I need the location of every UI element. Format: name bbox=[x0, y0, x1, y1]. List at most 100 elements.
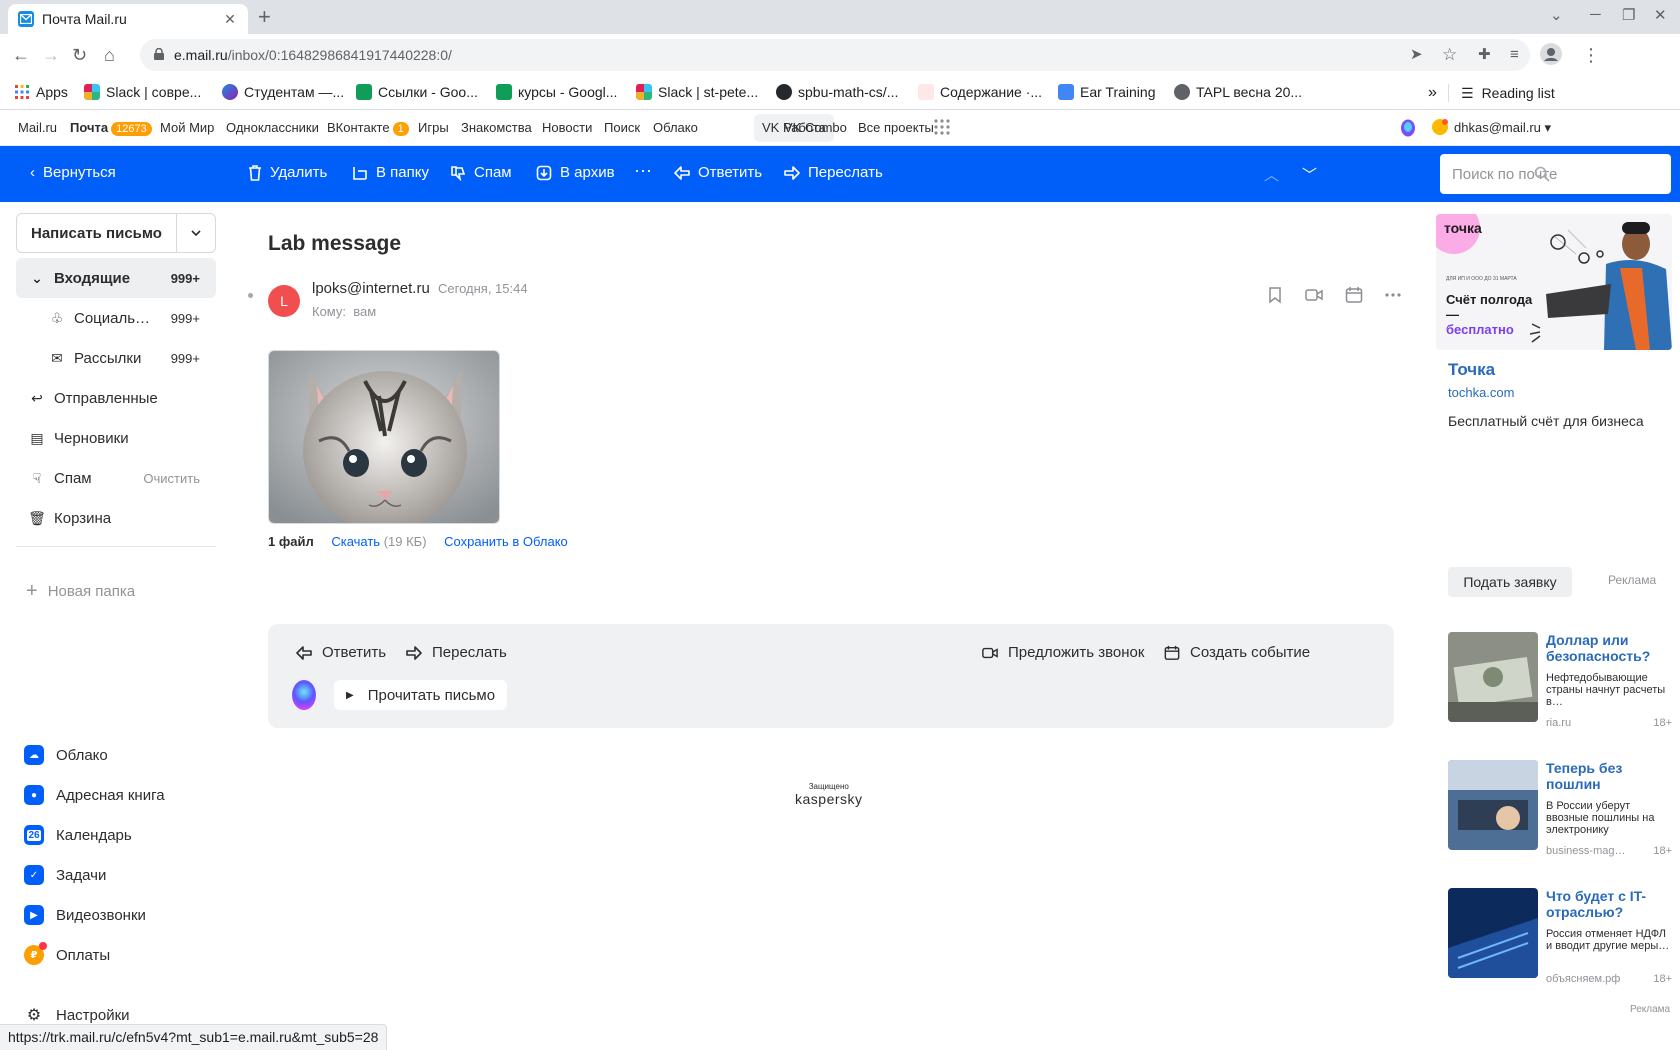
user-menu[interactable]: dhkas@mail.ru ▾ bbox=[1454, 120, 1551, 136]
delete-button[interactable]: Удалить bbox=[248, 164, 327, 181]
restore-icon[interactable]: ❐ bbox=[1622, 6, 1635, 24]
user-avatar-icon[interactable] bbox=[1432, 119, 1448, 135]
news-item[interactable]: Доллар или безопасность? Нефтедобывающие… bbox=[1448, 632, 1672, 729]
calendar-icon[interactable] bbox=[1345, 286, 1363, 304]
portal-mailru[interactable]: Mail.ru bbox=[18, 120, 57, 135]
portal-games[interactable]: Игры bbox=[418, 120, 449, 135]
suggest-call-action[interactable]: Предложить звонок bbox=[982, 644, 1144, 661]
bookmark-tapl[interactable]: TAPL весна 20... bbox=[1174, 84, 1302, 100]
next-letter-icon[interactable]: ﹀ bbox=[1302, 164, 1317, 185]
spam-button[interactable]: Спам bbox=[450, 164, 512, 181]
star-icon[interactable]: ☆ bbox=[1442, 45, 1457, 65]
folder-spam[interactable]: ☟ Спам Очистить bbox=[16, 458, 216, 498]
ad-banner-image[interactable]: точка ДЛЯ ИП И ООО ДО 31 МАРТА Счёт полг… bbox=[1436, 214, 1672, 350]
mail-search-input[interactable] bbox=[1440, 154, 1671, 194]
portal-dating[interactable]: Знакомства bbox=[461, 120, 532, 135]
portal-all-projects[interactable]: Все проекты bbox=[858, 120, 934, 135]
service-cloud[interactable]: ☁ Облако bbox=[24, 745, 108, 765]
attachment-thumbnail[interactable] bbox=[268, 350, 500, 524]
more-actions-button[interactable]: ··· bbox=[634, 160, 652, 181]
address-bar[interactable]: e.mail.ru/inbox/0:16482986841917440228:0… bbox=[140, 39, 1530, 71]
portal-vk-combo[interactable]: VK Combo bbox=[784, 120, 847, 135]
download-link[interactable]: Скачать bbox=[331, 534, 380, 549]
sender-avatar[interactable]: L bbox=[268, 285, 300, 317]
media-icon[interactable]: ≡ bbox=[1510, 45, 1519, 65]
back-icon[interactable]: ← bbox=[12, 45, 30, 65]
bookmark-students[interactable]: Студентам —... bbox=[222, 84, 344, 100]
reply-action[interactable]: Ответить bbox=[296, 644, 386, 661]
portal-cloud[interactable]: Облако bbox=[653, 120, 698, 135]
compose-button[interactable]: Написать письмо bbox=[16, 213, 216, 253]
service-tasks[interactable]: ✓ Задачи bbox=[24, 865, 106, 885]
ad-apply-button[interactable]: Подать заявку bbox=[1448, 567, 1572, 597]
forward-icon[interactable]: → bbox=[42, 45, 60, 65]
bookmark-sheets-2[interactable]: курсы - Googl... bbox=[496, 84, 617, 100]
portal-moimir[interactable]: Мой Мир bbox=[160, 120, 214, 135]
bookmark-apps[interactable]: Apps bbox=[14, 84, 68, 100]
archive-button[interactable]: В архив bbox=[536, 164, 615, 181]
new-folder-button[interactable]: + Новая папка bbox=[26, 580, 135, 603]
service-video-calls[interactable]: ▶ Видеозвонки bbox=[24, 905, 146, 925]
portal-vk[interactable]: ВКонтакте 1 bbox=[327, 120, 409, 136]
compose-dropdown-icon[interactable] bbox=[177, 214, 215, 252]
service-address-book[interactable]: ● Адресная книга bbox=[24, 785, 165, 805]
back-button[interactable]: ‹ Вернуться bbox=[30, 164, 116, 181]
service-settings[interactable]: ⚙ Настройки bbox=[24, 1005, 130, 1025]
new-tab-icon[interactable]: + bbox=[258, 6, 271, 28]
folder-sent[interactable]: ↩ Отправленные bbox=[16, 378, 216, 418]
marusia-orb-icon[interactable] bbox=[292, 680, 316, 710]
service-calendar[interactable]: 26 Календарь bbox=[24, 825, 132, 845]
read-aloud-button[interactable]: ▶ Прочитать письмо bbox=[334, 680, 508, 710]
kaspersky-badge[interactable]: Защищено kaspersky bbox=[795, 782, 863, 807]
marusia-icon[interactable] bbox=[1400, 119, 1416, 137]
menu-icon[interactable]: ⋮ bbox=[1582, 45, 1600, 65]
portal-ok[interactable]: Одноклассники bbox=[226, 120, 319, 135]
send-icon[interactable]: ➤ bbox=[1410, 45, 1423, 65]
tab-close-icon[interactable]: ✕ bbox=[222, 11, 238, 28]
folder-inbox[interactable]: ⌄ Входящие 999+ bbox=[16, 258, 216, 298]
apps-grid-icon[interactable] bbox=[934, 119, 950, 135]
portal-search[interactable]: Поиск bbox=[604, 120, 640, 135]
service-payments[interactable]: ₽ Оплаты bbox=[24, 942, 110, 965]
chevron-down-icon[interactable]: ⌄ bbox=[28, 270, 46, 287]
news-item[interactable]: Что будет с IT-отраслью? Россия отменяет… bbox=[1448, 888, 1672, 985]
portal-mail[interactable]: Почта 12673 bbox=[70, 120, 152, 136]
bookmark-slack-1[interactable]: Slack | совре... bbox=[84, 84, 201, 100]
extensions-icon[interactable]: ✚ bbox=[1478, 45, 1491, 65]
reply-button[interactable]: Ответить bbox=[674, 164, 762, 181]
save-to-cloud-link[interactable]: Сохранить в Облако bbox=[444, 534, 568, 549]
bookmark-ear-training[interactable]: Ear Training bbox=[1058, 84, 1155, 100]
ad-title[interactable]: Точка bbox=[1448, 360, 1495, 380]
profile-icon[interactable] bbox=[1540, 43, 1562, 65]
prev-letter-icon[interactable]: ︿ bbox=[1264, 164, 1279, 185]
search-icon[interactable] bbox=[1534, 166, 1550, 182]
bookmark-icon[interactable] bbox=[1266, 286, 1284, 304]
ad-domain[interactable]: tochka.com bbox=[1448, 385, 1514, 400]
folder-trash[interactable]: 🗑 Корзина bbox=[16, 498, 216, 538]
move-to-folder-button[interactable]: В папку bbox=[352, 164, 429, 181]
minimize-icon[interactable]: ─ bbox=[1590, 6, 1601, 23]
reading-list-button[interactable]: ☰ Reading list bbox=[1448, 84, 1555, 102]
reload-icon[interactable]: ↻ bbox=[72, 45, 87, 65]
portal-news[interactable]: Новости bbox=[542, 120, 592, 135]
forward-button[interactable]: Переслать bbox=[784, 164, 883, 181]
sender-email[interactable]: lpoks@internet.ru bbox=[312, 280, 430, 297]
browser-tab[interactable]: Почта Mail.ru ✕ bbox=[8, 4, 248, 34]
more-bookmarks-icon[interactable]: » bbox=[1428, 84, 1437, 102]
bookmark-contents[interactable]: Содержание ·... bbox=[918, 84, 1042, 100]
bookmark-sheets-1[interactable]: Ссылки - Goo... bbox=[356, 84, 478, 100]
tab-search-icon[interactable]: ⌄ bbox=[1550, 6, 1563, 24]
folder-drafts[interactable]: ▤ Черновики bbox=[16, 418, 216, 458]
bookmark-slack-2[interactable]: Slack | st-pete... bbox=[636, 84, 758, 100]
video-call-icon[interactable] bbox=[1305, 286, 1323, 304]
clear-spam-button[interactable]: Очистить bbox=[143, 471, 200, 486]
folder-social[interactable]: ♧ Социаль… 999+ bbox=[36, 298, 216, 338]
forward-action[interactable]: Переслать bbox=[406, 644, 507, 661]
create-event-action[interactable]: Создать событие bbox=[1164, 644, 1310, 661]
more-icon[interactable] bbox=[1384, 286, 1402, 304]
home-icon[interactable]: ⌂ bbox=[104, 45, 115, 65]
bookmark-github[interactable]: spbu-math-cs/... bbox=[776, 84, 898, 100]
news-item[interactable]: Теперь без пошлин В России уберут ввозны… bbox=[1448, 760, 1672, 857]
folder-newsletters[interactable]: ✉ Рассылки 999+ bbox=[36, 338, 216, 378]
unread-dot-icon[interactable] bbox=[248, 293, 253, 298]
